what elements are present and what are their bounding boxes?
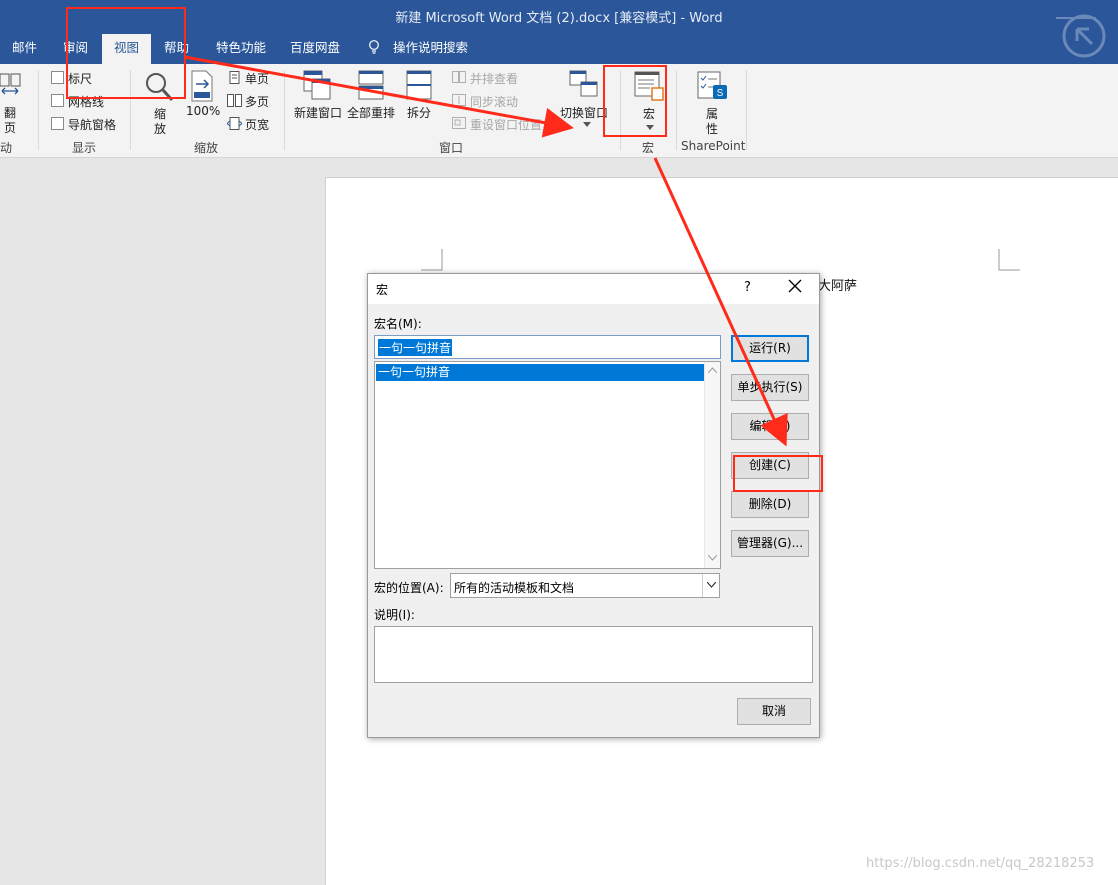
reset-window-icon [452,117,466,129]
lightbulb-icon [369,40,379,54]
macros-button[interactable]: 宏 [643,105,655,122]
tab-mailings[interactable]: 邮件 [12,34,37,64]
group-page-move: 动 [0,141,13,155]
page-width-icon [227,117,242,130]
group-macros: 宏 [642,141,655,155]
tell-me-search[interactable]: 操作说明搜索 [393,34,468,64]
gridlines-checkbox[interactable] [51,94,64,107]
nav-pane-checkbox[interactable] [51,117,64,130]
delete-button[interactable]: 删除(D) [731,491,809,518]
macro-name-input[interactable]: 一句一句拼音 [374,335,721,359]
window-title: 新建 Microsoft Word 文档 (2).docx [兼容模式] - W… [395,11,723,26]
description-label: 说明(I): [374,608,415,622]
group-zoom: 缩放 [194,141,219,155]
arrange-all-button[interactable]: 全部重排 [347,104,395,121]
switch-windows-button[interactable]: 切换窗口 [560,104,608,121]
macro-name-label: 宏名(M): [374,317,422,331]
macros-dialog: 宏 ? 宏名(M): 一句一句拼音 一句一句拼音 运行(R) 单步执行(S) 编… [367,273,820,738]
macros-icon[interactable] [634,71,664,101]
tab-help[interactable]: 帮助 [164,34,189,64]
chevron-down-icon [707,582,716,588]
chevron-down-icon [583,122,591,127]
ribbon: 翻 页 动 标尺 网格线 导航窗格 显示 缩 放 100% 单页 多页 页宽 缩… [0,64,1118,158]
tab-view[interactable]: 视图 [102,34,151,65]
ribbon-separator [284,70,285,150]
properties-icon[interactable]: S [697,71,729,101]
create-button[interactable]: 创建(C) [731,452,809,479]
page-move-label-2[interactable]: 页 [4,119,16,136]
run-button[interactable]: 运行(R) [731,335,809,362]
one-page-icon [229,71,240,84]
nav-pane-label: 导航窗格 [68,118,117,132]
svg-text:S: S [717,88,724,99]
macro-location-value: 所有的活动模板和文档 [454,581,575,595]
page-width-button[interactable]: 页宽 [245,116,269,133]
dropdown-button[interactable] [702,574,719,597]
one-page-button[interactable]: 单页 [245,70,269,87]
macro-name-value: 一句一句拼音 [378,339,453,356]
margin-corner-mark [421,249,443,271]
ruler-checkbox[interactable] [51,71,64,84]
scrollbar[interactable] [704,362,720,568]
split-icon[interactable] [406,70,432,100]
gridlines-label: 网格线 [68,95,105,109]
watermark: https://blog.csdn.net/qq_28218253 [866,856,1095,871]
group-window: 窗口 [439,141,464,155]
title-bar: 新建 Microsoft Word 文档 (2).docx [兼容模式] - W… [0,0,1118,65]
tab-review[interactable]: 审阅 [63,34,88,64]
close-icon[interactable] [788,279,802,293]
hundred-percent-icon[interactable] [190,70,216,102]
split-button[interactable]: 拆分 [407,104,431,121]
sync-scroll-icon [452,94,466,106]
ribbon-separator [620,70,621,150]
scroll-up-icon[interactable] [708,367,717,373]
page-flip-icon [0,73,21,95]
help-button[interactable]: ? [744,280,751,295]
macro-location-label: 宏的位置(A): [374,581,444,595]
cancel-button[interactable]: 取消 [737,698,811,725]
document-text[interactable]: 大阿萨 [818,275,857,294]
sync-scroll-button[interactable]: 同步滚动 [470,93,518,110]
reset-window-position-button[interactable]: 重设窗口位置 [470,116,542,133]
margin-corner-mark [998,249,1020,271]
dialog-title-bar: 宏 ? [368,274,819,304]
ribbon-separator [746,70,747,150]
ribbon-separator [130,70,131,150]
side-by-side-button[interactable]: 并排查看 [470,70,518,87]
tab-features[interactable]: 特色功能 [216,34,266,64]
ruler-label: 标尺 [68,72,93,86]
arrange-all-icon[interactable] [358,70,384,100]
list-item[interactable]: 一句一句拼音 [376,364,705,381]
edit-button[interactable]: 编辑(E) [731,413,809,440]
group-show: 显示 [72,141,97,155]
scroll-down-icon[interactable] [708,555,717,561]
zoom-magnifier-icon[interactable] [144,71,174,103]
multiple-pages-button[interactable]: 多页 [245,93,269,110]
ribbon-separator [38,70,39,150]
group-sharepoint: SharePoint [681,139,746,153]
switch-windows-icon[interactable] [569,70,599,100]
tab-baidu-netdisk[interactable]: 百度网盘 [290,34,340,64]
properties-label-2[interactable]: 性 [706,120,718,137]
hundred-percent-label[interactable]: 100% [186,104,220,118]
chevron-down-icon [646,125,654,130]
description-box [374,626,813,683]
multiple-pages-icon [227,94,242,107]
new-window-button[interactable]: 新建窗口 [294,104,342,121]
ribbon-separator [676,70,677,150]
new-window-icon[interactable] [303,70,331,100]
side-by-side-icon [452,71,466,83]
zoom-label-2: 放 [154,122,167,136]
step-into-button[interactable]: 单步执行(S) [731,374,809,401]
dialog-title: 宏 [376,283,389,297]
macro-list[interactable]: 一句一句拼音 [374,361,721,569]
macro-location-select[interactable]: 所有的活动模板和文档 [450,573,720,598]
ribbon-tabs: 邮件 审阅 视图 帮助 特色功能 百度网盘 操作说明搜索 [0,34,1118,65]
organizer-button[interactable]: 管理器(G)... [731,530,809,557]
